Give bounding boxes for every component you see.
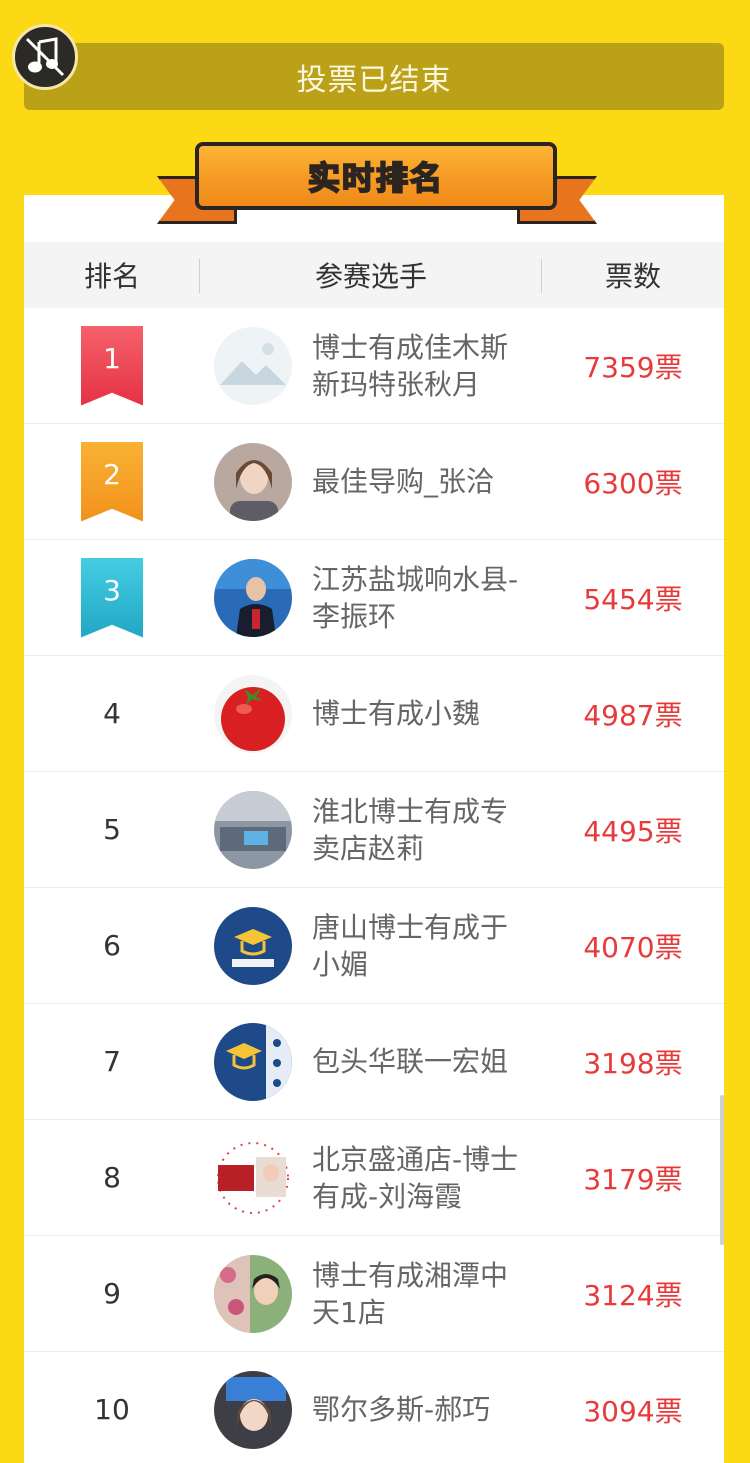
banner-title: 实时排名 — [307, 158, 444, 198]
rank-number: 10 — [94, 1393, 130, 1426]
rank-number: 7 — [103, 1045, 121, 1078]
music-toggle-button[interactable] — [12, 24, 78, 90]
contestant-avatar[interactable] — [214, 1370, 292, 1449]
banner-main: 实时排名 — [195, 142, 557, 210]
rank-cell: 10 — [24, 1393, 200, 1426]
table-row[interactable]: 6 唐山博士有成于小媚 4070票 — [24, 888, 724, 1004]
vote-count: 3179票 — [583, 1162, 683, 1196]
ranking-list: 1 博士有成佳木斯新玛特张秋月 7359票 2 最佳导购_张洽 6300票 3 江苏盐城响水县… — [24, 308, 724, 1463]
contestant-name[interactable]: 博士有成湘潭中天1店 — [312, 1257, 532, 1331]
contestant-avatar[interactable] — [214, 558, 292, 637]
rank-cell: 4 — [24, 697, 200, 730]
vote-count: 7359票 — [583, 350, 683, 384]
table-row[interactable]: 7 包头华联一宏姐 3198票 — [24, 1004, 724, 1120]
rank-cell: 8 — [24, 1161, 200, 1194]
contestant-name[interactable]: 淮北博士有成专卖店赵莉 — [312, 793, 532, 867]
music-off-icon — [25, 37, 65, 77]
ranking-panel[interactable]: 排名 参赛选手 票数 1 博士有成佳木斯新玛特张秋月 7359票 2 最佳导购_张洽 63… — [24, 195, 724, 1463]
column-header-contestant: 参赛选手 — [200, 255, 542, 295]
vote-count: 4987票 — [583, 698, 683, 732]
rank-number: 9 — [103, 1277, 121, 1310]
rank-number: 5 — [103, 813, 121, 846]
vote-count: 5454票 — [583, 582, 683, 616]
column-header-votes: 票数 — [604, 260, 661, 293]
rank-number: 8 — [103, 1161, 121, 1194]
contestant-avatar[interactable] — [214, 326, 292, 405]
table-row[interactable]: 10 鄂尔多斯-郝巧 3094票 — [24, 1352, 724, 1463]
contestant-avatar[interactable] — [214, 1254, 292, 1333]
vote-status-label: 投票已结束 — [296, 62, 452, 98]
rank-cell: 5 — [24, 813, 200, 846]
vote-count: 3094票 — [583, 1394, 683, 1428]
contestant-name[interactable]: 鄂尔多斯-郝巧 — [312, 1391, 532, 1428]
contestant-avatar[interactable] — [214, 906, 292, 985]
contestant-name[interactable]: 博士有成佳木斯新玛特张秋月 — [312, 329, 532, 403]
rank-badge-icon: 3 — [81, 557, 143, 638]
table-header: 排名 参赛选手 票数 — [24, 242, 724, 308]
table-row[interactable]: 5 淮北博士有成专卖店赵莉 4495票 — [24, 772, 724, 888]
contestant-avatar[interactable] — [214, 674, 292, 753]
rank-cell: 9 — [24, 1277, 200, 1310]
contestant-name[interactable]: 最佳导购_张洽 — [312, 463, 532, 500]
table-row[interactable]: 1 博士有成佳木斯新玛特张秋月 7359票 — [24, 308, 724, 424]
contestant-name[interactable]: 博士有成小魏 — [312, 695, 532, 732]
rank-cell: 2 — [24, 441, 200, 522]
contestant-name[interactable]: 北京盛通店-博士有成-刘海霞 — [312, 1141, 532, 1215]
contestant-avatar[interactable] — [214, 1022, 292, 1101]
vote-count: 3198票 — [583, 1046, 683, 1080]
rank-cell: 1 — [24, 325, 200, 406]
contestant-name[interactable]: 包头华联一宏姐 — [312, 1043, 532, 1080]
rank-badge-icon: 1 — [81, 325, 143, 406]
vote-count: 6300票 — [583, 466, 683, 500]
vote-status-bar: 投票已结束 — [24, 43, 724, 110]
ranking-banner: 实时排名 — [157, 140, 597, 232]
table-row[interactable]: 3 江苏盐城响水县-李振环 5454票 — [24, 540, 724, 656]
contestant-avatar[interactable] — [214, 1138, 292, 1217]
contestant-name[interactable]: 唐山博士有成于小媚 — [312, 909, 532, 983]
vote-count: 3124票 — [583, 1278, 683, 1312]
table-row[interactable]: 9 博士有成湘潭中天1店 3124票 — [24, 1236, 724, 1352]
rank-number: 4 — [103, 697, 121, 730]
vote-count: 4070票 — [583, 930, 683, 964]
scrollbar[interactable] — [720, 1095, 724, 1245]
rank-badge-icon: 2 — [81, 441, 143, 522]
contestant-name[interactable]: 江苏盐城响水县-李振环 — [312, 561, 532, 635]
table-row[interactable]: 8 北京盛通店-博士有成-刘海霞 3179票 — [24, 1120, 724, 1236]
vote-count: 4495票 — [583, 814, 683, 848]
table-row[interactable]: 2 最佳导购_张洽 6300票 — [24, 424, 724, 540]
rank-cell: 6 — [24, 929, 200, 962]
contestant-avatar[interactable] — [214, 442, 292, 521]
rank-cell: 7 — [24, 1045, 200, 1078]
table-row[interactable]: 4 博士有成小魏 4987票 — [24, 656, 724, 772]
rank-number: 6 — [103, 929, 121, 962]
contestant-avatar[interactable] — [214, 790, 292, 869]
rank-cell: 3 — [24, 557, 200, 638]
column-header-rank: 排名 — [24, 255, 200, 295]
